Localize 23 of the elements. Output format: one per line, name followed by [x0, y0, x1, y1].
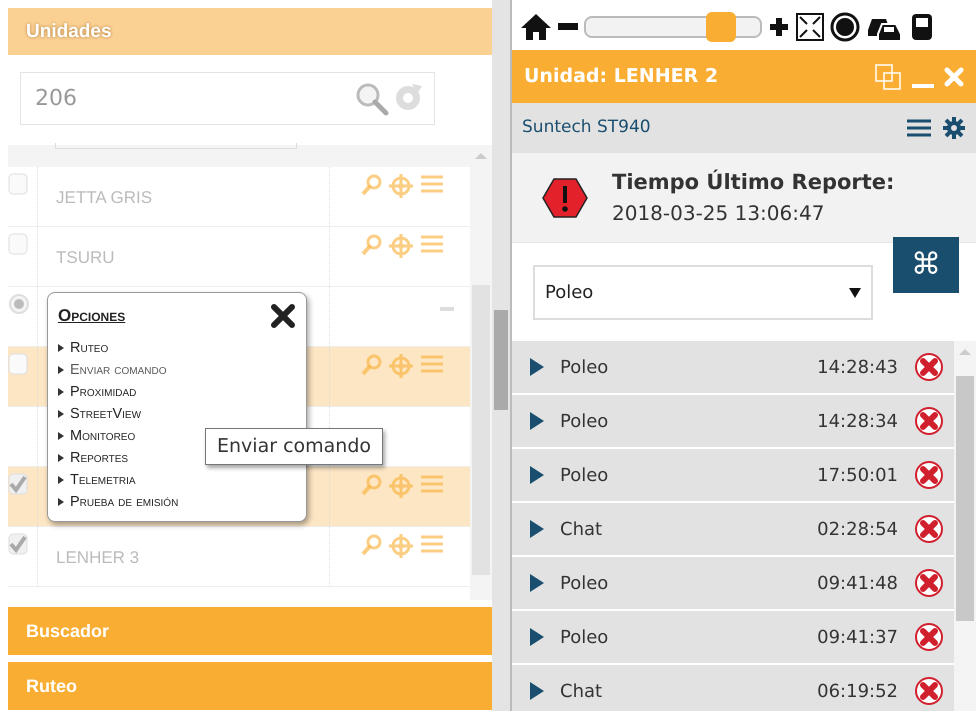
event-time: 09:41:48 — [817, 572, 898, 596]
event-time: 14:28:34 — [817, 410, 898, 434]
event-name: Chat — [560, 518, 604, 542]
event-time: 17:50:01 — [817, 464, 898, 488]
report-time: 2018-03-25 13:06:47 — [612, 200, 826, 228]
event-name: Poleo — [560, 626, 610, 650]
unit-name: JETTA GRIS — [56, 188, 152, 207]
event-time: 06:19:52 — [817, 680, 898, 704]
event-name: Poleo — [560, 356, 610, 380]
popup-title: Opciones — [58, 305, 126, 327]
event-name: Poleo — [560, 410, 610, 434]
event-name: Poleo — [560, 464, 610, 488]
device-name: Suntech ST940 — [522, 116, 652, 140]
unit-name: TSURU — [56, 248, 115, 267]
event-name: Poleo — [560, 572, 610, 596]
event-time: 02:28:54 — [817, 518, 898, 542]
unit-name: LENHER 3 — [56, 548, 140, 567]
report-label: Tiempo Último Reporte: — [612, 168, 894, 196]
event-time: 09:41:37 — [817, 626, 898, 650]
event-time: 14:28:43 — [817, 356, 898, 380]
window-title: Unidad: LENHER 2 — [524, 64, 720, 90]
event-name: Chat — [560, 680, 604, 704]
tooltip: Enviar comando — [205, 428, 384, 464]
